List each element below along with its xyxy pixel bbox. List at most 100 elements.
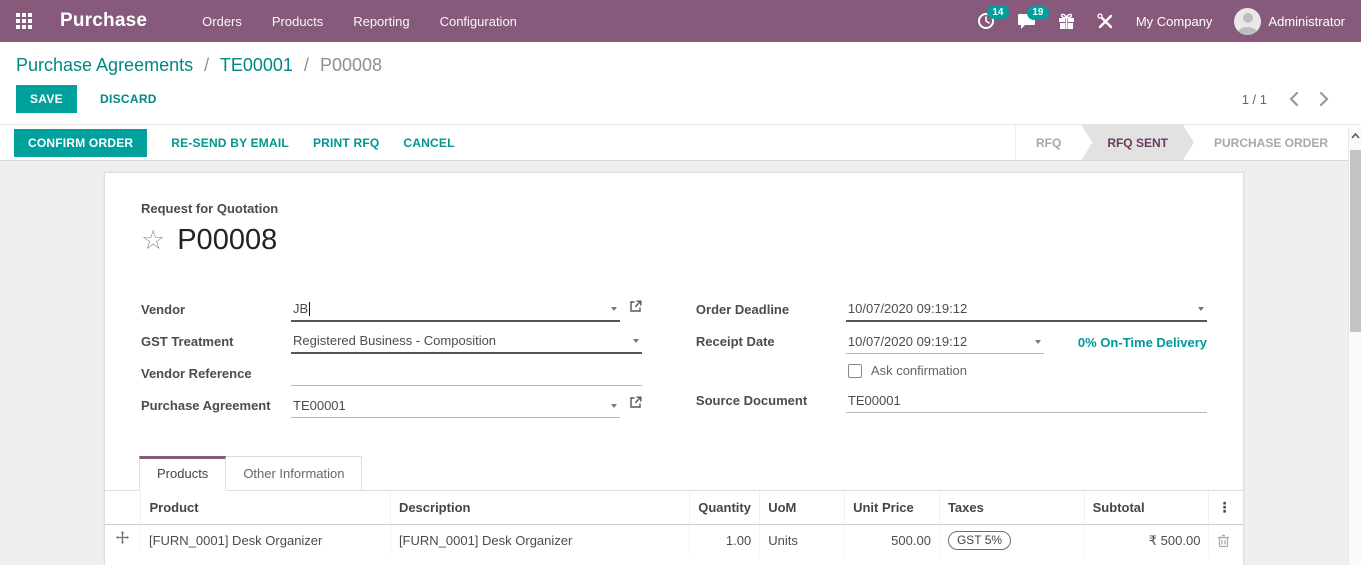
purchase-agreement-label: Purchase Agreement (141, 398, 271, 413)
text-cursor (309, 301, 311, 316)
delete-row-icon[interactable] (1217, 534, 1230, 548)
gst-dropdown-icon[interactable] (632, 338, 639, 343)
source-document-input[interactable]: TE00001 (845, 389, 1207, 413)
vendor-dropdown-icon[interactable] (610, 306, 617, 311)
cell-description[interactable]: [FURN_0001] Desk Organizer (390, 524, 691, 556)
breadcrumb-purchase-agreements[interactable]: Purchase Agreements (16, 55, 193, 75)
cell-actions (1209, 525, 1243, 557)
ask-confirmation-checkbox[interactable] (847, 363, 862, 378)
cell-unit-price[interactable]: 500.00 (844, 524, 940, 556)
tools-icon[interactable] (1097, 12, 1114, 30)
nav-menu: Orders Products Reporting Configuration (202, 14, 517, 29)
nav-menu-configuration[interactable]: Configuration (440, 14, 517, 29)
status-stages: RFQ RFQ SENT PURCHASE ORDER (1014, 125, 1348, 160)
tab-products[interactable]: Products (139, 456, 227, 491)
drag-handle-icon[interactable] (105, 525, 141, 550)
activity-count-badge: 14 (986, 5, 1009, 19)
save-button[interactable]: SAVE (16, 85, 77, 113)
nav-menu-reporting[interactable]: Reporting (353, 14, 409, 29)
app-name[interactable]: Purchase (60, 10, 147, 32)
cell-uom[interactable]: Units (759, 524, 846, 556)
message-count-badge: 19 (1026, 5, 1049, 20)
top-nav-bar: Purchase Orders Products Reporting Confi… (0, 0, 1361, 42)
breadcrumb-separator: / (204, 55, 210, 75)
favorite-star-icon[interactable]: ☆ (141, 227, 165, 254)
breadcrumb-separator: / (303, 55, 309, 75)
agreement-dropdown-icon[interactable] (610, 403, 617, 408)
cell-taxes[interactable]: GST 5% (939, 524, 1085, 556)
nav-menu-products[interactable]: Products (272, 14, 323, 29)
subtotal-column-header[interactable]: Subtotal (1084, 491, 1210, 525)
user-avatar (1234, 7, 1262, 35)
breadcrumb-current: P00008 (319, 55, 382, 75)
stage-rfq-sent[interactable]: RFQ SENT (1081, 125, 1194, 160)
taxes-column-header[interactable]: Taxes (939, 491, 1085, 525)
scroll-up-icon[interactable] (1349, 128, 1361, 144)
description-column-header[interactable]: Description (390, 491, 691, 525)
apps-menu-icon[interactable] (16, 13, 32, 29)
table-footer-links: Add a product Add a section Add a note (105, 556, 1243, 565)
nav-menu-orders[interactable]: Orders (202, 14, 242, 29)
tax-badge[interactable]: GST 5% (947, 531, 1012, 550)
vendor-external-link-icon[interactable] (629, 300, 642, 318)
pager-previous-icon[interactable] (1289, 92, 1298, 106)
user-name: Administrator (1268, 13, 1345, 29)
optional-columns-icon[interactable]: ⋮ (1208, 491, 1243, 525)
vendor-reference-input[interactable] (291, 362, 642, 386)
notebook-tabs: Products Other Information (105, 455, 1243, 491)
vertical-scrollbar[interactable] (1348, 128, 1361, 565)
pager-next-icon[interactable] (1320, 92, 1329, 106)
discard-button[interactable]: DISCARD (92, 86, 165, 112)
vendor-reference-label: Vendor Reference (141, 366, 252, 381)
stage-purchase-order[interactable]: PURCHASE ORDER (1194, 125, 1348, 160)
print-rfq-button[interactable]: PRINT RFQ (313, 136, 379, 150)
cell-subtotal: ₹ 500.00 (1084, 524, 1210, 556)
uom-column-header[interactable]: UoM (759, 491, 846, 525)
control-panel: Purchase Agreements / TE00001 / P00008 S… (0, 42, 1361, 124)
deadline-dropdown-icon[interactable] (1198, 306, 1204, 311)
doc-subtitle: Request for Quotation (141, 201, 279, 216)
order-deadline-label: Order Deadline (695, 302, 790, 317)
gst-treatment-label: GST Treatment (141, 334, 234, 349)
table-row[interactable]: [FURN_0001] Desk Organizer [FURN_0001] D… (105, 524, 1243, 557)
receipt-date-label: Receipt Date (695, 334, 775, 349)
doc-title: P00008 (177, 224, 278, 256)
content-area: Request for Quotation ☆ P00008 Vendor JB (0, 172, 1361, 565)
company-switcher[interactable]: My Company (1136, 14, 1213, 29)
order-lines-table: Product Description Quantity UoM Unit Pr… (105, 491, 1243, 556)
breadcrumb: Purchase Agreements / TE00001 / P00008 (16, 55, 1345, 76)
messages-chat-icon[interactable]: 19 (1017, 5, 1049, 30)
resend-by-email-button[interactable]: RE-SEND BY EMAIL (171, 136, 289, 150)
ask-confirmation-label: Ask confirmation (870, 363, 967, 378)
stage-rfq[interactable]: RFQ (1016, 125, 1081, 160)
product-column-header[interactable]: Product (140, 491, 391, 525)
unit-price-column-header[interactable]: Unit Price (844, 491, 940, 525)
gst-treatment-select[interactable]: Registered Business - Composition (291, 329, 642, 354)
receipt-date-input[interactable]: 10/07/2020 09:19:12 (845, 330, 1044, 354)
form-fields: Vendor JB GST Treatment Registered Busin… (141, 293, 1207, 421)
pager: 1 / 1 (1242, 92, 1345, 107)
activities-clock-icon[interactable]: 14 (977, 5, 1009, 30)
vendor-input[interactable]: JB (291, 297, 620, 322)
agreement-external-link-icon[interactable] (629, 396, 642, 414)
cell-quantity[interactable]: 1.00 (689, 524, 761, 556)
order-deadline-input[interactable]: 10/07/2020 09:19:12 (845, 297, 1207, 322)
receipt-dropdown-icon[interactable] (1034, 339, 1041, 344)
tab-other-information[interactable]: Other Information (226, 456, 363, 491)
handle-column-header (105, 491, 142, 525)
form-sheet: Request for Quotation ☆ P00008 Vendor JB (104, 172, 1244, 565)
pager-count: 1 / 1 (1241, 91, 1267, 107)
gift-icon[interactable] (1058, 13, 1075, 30)
on-time-delivery-link[interactable]: 0% On-Time Delivery (1078, 335, 1207, 354)
table-header-row: Product Description Quantity UoM Unit Pr… (105, 491, 1243, 525)
confirm-order-button[interactable]: CONFIRM ORDER (14, 128, 148, 157)
breadcrumb-te00001[interactable]: TE00001 (220, 55, 293, 75)
quantity-column-header[interactable]: Quantity (689, 491, 761, 525)
vendor-label: Vendor (141, 302, 186, 317)
user-menu[interactable]: Administrator (1234, 7, 1345, 35)
statusbar: CONFIRM ORDER RE-SEND BY EMAIL PRINT RFQ… (0, 124, 1361, 161)
cancel-button[interactable]: CANCEL (403, 136, 454, 150)
purchase-agreement-input[interactable]: TE00001 (291, 394, 620, 418)
cell-product[interactable]: [FURN_0001] Desk Organizer (140, 524, 391, 556)
scrollbar-thumb[interactable] (1350, 150, 1361, 332)
